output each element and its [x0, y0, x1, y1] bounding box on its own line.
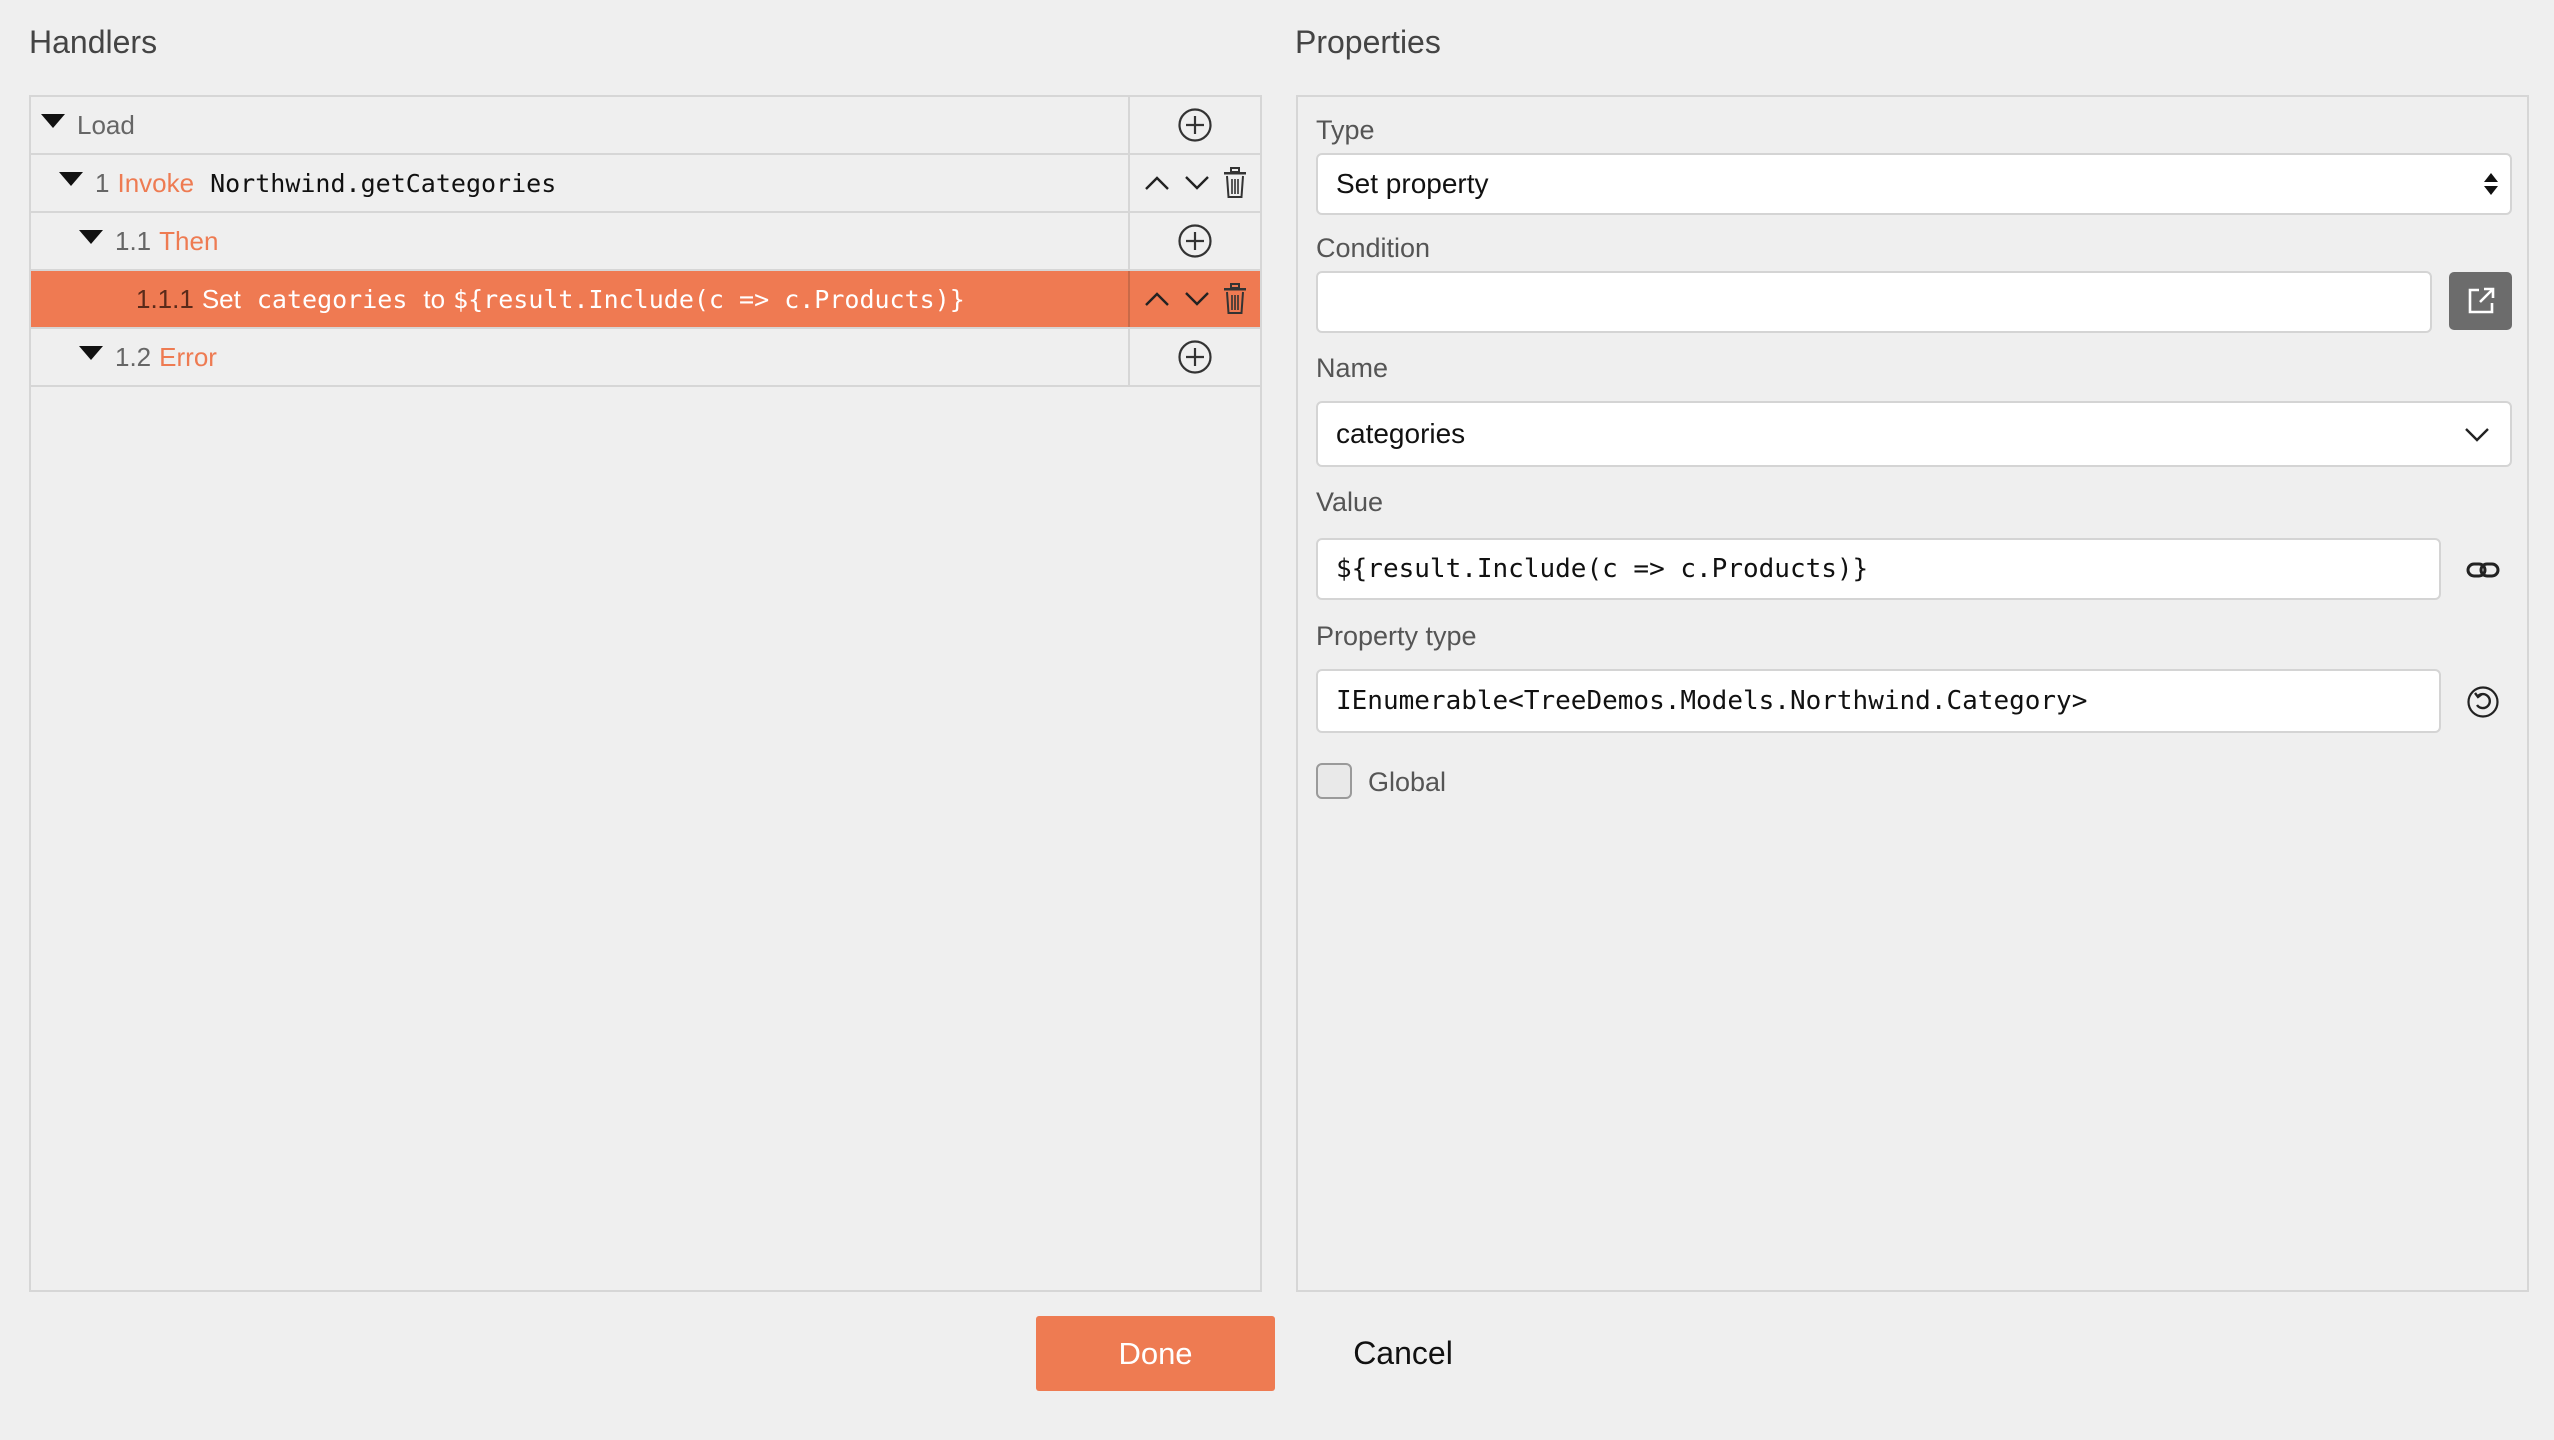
link-button[interactable]: [2458, 545, 2508, 595]
tree-keyword-to: to: [423, 283, 446, 314]
type-select-value: Set property: [1336, 168, 1489, 199]
tree-keyword: Set: [201, 283, 241, 314]
tree-code: categories: [256, 284, 408, 314]
property-type-label: Property type: [1316, 621, 1477, 651]
collapse-toggle-icon[interactable]: [41, 114, 65, 128]
tree-number: 1: [95, 167, 110, 198]
type-select[interactable]: Set property: [1316, 153, 2512, 215]
tree-keyword: Error: [159, 341, 217, 372]
condition-input[interactable]: [1316, 271, 2432, 333]
refresh-icon: [2466, 685, 2500, 719]
global-checkbox[interactable]: [1316, 763, 1352, 799]
condition-label: Condition: [1316, 233, 1431, 263]
property-type-value: IEnumerable<TreeDemos.Models.Northwind.C…: [1336, 686, 2088, 716]
chevron-down-icon: [2462, 419, 2492, 449]
move-down-icon[interactable]: [1182, 284, 1212, 314]
link-icon: [2466, 559, 2500, 581]
name-dropdown[interactable]: categories: [1316, 401, 2512, 467]
handlers-title: Handlers: [29, 24, 158, 60]
tree-expression: ${result.Include(c => c.Products)}: [453, 284, 965, 314]
tree-code: Northwind.getCategories: [210, 168, 557, 198]
tree-row-content[interactable]: 1 Invoke Northwind.getCategories: [31, 155, 1130, 211]
tree-row-content[interactable]: 1.1.1 Set categories to ${result.Include…: [31, 271, 1130, 327]
tree-number: 1.2: [115, 341, 152, 372]
name-label: Name: [1316, 353, 1389, 383]
row-actions: [1130, 271, 1260, 327]
tree-row-content[interactable]: 1.2 Error: [31, 329, 1130, 385]
properties-title: Properties: [1295, 24, 1441, 60]
trash-icon[interactable]: [1222, 283, 1248, 315]
tree-row-load[interactable]: Load: [31, 97, 1260, 155]
handlers-tree: Load 1 Invoke Northwind.getCategories 1.…: [29, 95, 1262, 1292]
row-actions: [1130, 97, 1260, 153]
add-handler-icon[interactable]: [1177, 107, 1213, 143]
row-actions: [1130, 213, 1260, 269]
tree-row-content[interactable]: 1.1 Then: [31, 213, 1130, 269]
move-down-icon[interactable]: [1182, 168, 1212, 198]
property-type-input[interactable]: IEnumerable<TreeDemos.Models.Northwind.C…: [1316, 669, 2441, 733]
collapse-toggle-icon[interactable]: [59, 172, 83, 186]
add-handler-icon[interactable]: [1177, 339, 1213, 375]
open-expression-button[interactable]: [2449, 272, 2512, 330]
value-input[interactable]: ${result.Include(c => c.Products)}: [1316, 538, 2441, 600]
tree-row-content[interactable]: Load: [31, 97, 1130, 153]
move-up-icon[interactable]: [1142, 284, 1172, 314]
open-external-icon: [2465, 285, 2497, 317]
tree-row-error[interactable]: 1.2 Error: [31, 329, 1260, 387]
tree-number: 1.1.1: [136, 283, 194, 314]
collapse-toggle-icon[interactable]: [79, 230, 103, 244]
tree-keyword: Invoke: [117, 167, 195, 198]
tree-row-then[interactable]: 1.1 Then: [31, 213, 1260, 271]
value-text: ${result.Include(c => c.Products)}: [1336, 554, 1869, 584]
name-value: categories: [1336, 418, 1466, 449]
refresh-button[interactable]: [2458, 677, 2508, 727]
cancel-button[interactable]: Cancel: [1320, 1316, 1486, 1391]
global-label: Global: [1368, 767, 1447, 797]
tree-label-load: Load: [77, 109, 135, 140]
type-label: Type: [1316, 115, 1375, 145]
value-label: Value: [1316, 487, 1384, 517]
select-arrows-icon: [2484, 173, 2498, 195]
add-handler-icon[interactable]: [1177, 223, 1213, 259]
collapse-toggle-icon[interactable]: [79, 346, 103, 360]
row-actions: [1130, 329, 1260, 385]
tree-row-invoke[interactable]: 1 Invoke Northwind.getCategories: [31, 155, 1260, 213]
properties-panel: Type Set property Condition Name categor…: [1296, 95, 2529, 1292]
tree-row-set-selected[interactable]: 1.1.1 Set categories to ${result.Include…: [31, 271, 1260, 329]
done-button[interactable]: Done: [1036, 1316, 1275, 1391]
move-up-icon[interactable]: [1142, 168, 1172, 198]
trash-icon[interactable]: [1222, 167, 1248, 199]
tree-number: 1.1: [115, 225, 152, 256]
row-actions: [1130, 155, 1260, 211]
tree-keyword: Then: [159, 225, 219, 256]
